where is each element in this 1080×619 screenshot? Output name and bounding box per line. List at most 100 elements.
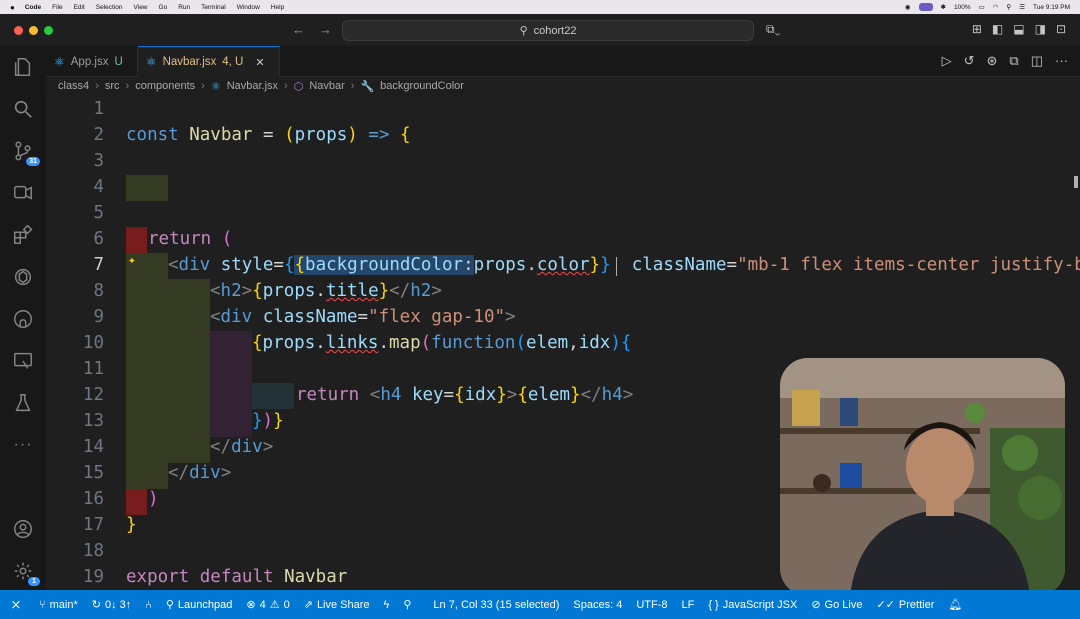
control-center-icon[interactable]: ☰	[1019, 3, 1025, 11]
manage-settings-icon[interactable]: 1	[10, 558, 40, 586]
window-controls	[14, 25, 53, 35]
presenter-video-image	[780, 358, 1065, 596]
menu-run[interactable]: Run	[178, 4, 190, 11]
timeline-icon[interactable]: ↺	[964, 53, 975, 69]
launchpad-button[interactable]: ⚲ Launchpad	[159, 598, 240, 612]
remote-indicator-icon[interactable]: ⨯	[0, 590, 32, 619]
more-views-icon[interactable]: ···	[10, 432, 36, 458]
apple-icon[interactable]: ●	[10, 3, 15, 12]
run-debug-icon[interactable]	[10, 180, 36, 206]
code-line: {props.links.map(function(elem,idx){	[252, 333, 632, 353]
menu-help[interactable]: Help	[271, 4, 284, 11]
compare-icon[interactable]: ⧉	[1009, 53, 1018, 69]
menu-app[interactable]: Code	[25, 4, 41, 11]
line-number: 13	[82, 411, 104, 431]
tab-app-jsx[interactable]: ⚛ App.jsx U	[46, 46, 138, 77]
toggle-secondary-sidebar-icon[interactable]: ◨	[1035, 22, 1046, 36]
breadcrumb-item[interactable]: components	[135, 80, 195, 92]
menu-terminal[interactable]: Terminal	[201, 4, 226, 11]
extensions-layout-icon[interactable]: ⊞	[972, 22, 982, 36]
menu-edit[interactable]: Edit	[74, 4, 85, 11]
code-line: }	[126, 515, 137, 535]
remote-explorer-icon[interactable]	[10, 348, 36, 374]
chevron-right-icon: ›	[95, 80, 99, 92]
git-branch-icon: ⑂	[39, 598, 46, 611]
prettier-status[interactable]: ✓✓ Prettier	[869, 598, 941, 612]
line-number: 11	[82, 359, 104, 379]
copilot-menu-icon[interactable]: ⧉⌄	[766, 22, 780, 37]
menu-file[interactable]: File	[52, 4, 62, 11]
problems-status[interactable]: ⊗ 4 ⚠ 0	[239, 598, 296, 612]
editor-actions: ▷ ↺ ⊛ ⧉ ◫ ···	[942, 53, 1068, 69]
clock[interactable]: Tue 9:19 PM	[1033, 4, 1070, 11]
git-branch[interactable]: ⑂ main*	[32, 599, 85, 611]
chatgpt-action-icon[interactable]: ⊛	[987, 53, 998, 69]
chatgpt-icon[interactable]	[10, 264, 36, 290]
testing-icon[interactable]	[10, 390, 36, 416]
maximize-window-button[interactable]	[44, 25, 53, 35]
language-mode[interactable]: { } JavaScript JSX	[701, 599, 804, 611]
explorer-icon[interactable]	[10, 54, 36, 80]
branch-name: main*	[49, 598, 78, 611]
notifications-button[interactable]: 🔔︎	[941, 598, 969, 611]
split-editor-icon[interactable]: ◫	[1031, 53, 1043, 69]
menu-window[interactable]: Window	[237, 4, 260, 11]
menu-go[interactable]: Go	[159, 4, 168, 11]
breadcrumb-item[interactable]: class4	[58, 80, 89, 92]
flash-button[interactable]: ϟ	[377, 599, 397, 611]
editor-scrollbar[interactable]	[1070, 96, 1080, 590]
customize-layout-icon[interactable]: ⊡	[1056, 22, 1066, 36]
toggle-panel-icon[interactable]: ⬓	[1013, 22, 1024, 36]
go-forward-icon[interactable]: →	[319, 22, 332, 37]
wifi-icon[interactable]: ◠	[993, 3, 999, 11]
go-back-icon[interactable]: ←	[292, 22, 305, 37]
close-tab-icon[interactable]: ✕	[255, 56, 264, 69]
battery-icon[interactable]: ▭	[979, 3, 985, 11]
search-view-icon[interactable]	[10, 96, 36, 122]
cursor-position[interactable]: Ln 7, Col 33 (15 selected)	[426, 599, 566, 611]
go-live-button[interactable]: ⊘ Go Live	[804, 598, 869, 612]
recording-icon[interactable]: ◉	[905, 3, 911, 11]
breadcrumb-item[interactable]: Navbar.jsx	[227, 80, 278, 92]
indentation[interactable]: Spaces: 4	[566, 599, 629, 611]
braces-icon: { }	[708, 598, 719, 611]
zoom-button[interactable]: ⚲	[396, 598, 418, 611]
source-control-icon[interactable]: 31	[10, 138, 40, 166]
magnifier-icon: ⚲	[403, 599, 412, 611]
menu-selection[interactable]: Selection	[96, 4, 123, 11]
more-actions-icon[interactable]: ···	[1055, 53, 1068, 69]
code-line: )	[148, 489, 159, 509]
breadcrumb-item[interactable]: backgroundColor	[380, 80, 464, 92]
breadcrumb-item[interactable]: Navbar	[309, 80, 344, 92]
live-share-button[interactable]: ⇗ Live Share	[297, 598, 377, 612]
accounts-icon[interactable]	[10, 516, 36, 542]
indent-guide	[210, 331, 252, 437]
search-menubar-icon[interactable]: ⚲	[1006, 3, 1011, 11]
bluetooth-icon[interactable]: ✱	[941, 3, 946, 11]
extensions-icon[interactable]	[10, 222, 36, 248]
run-code-icon[interactable]: ▷	[942, 53, 952, 69]
end-of-line[interactable]: LF	[674, 599, 701, 611]
lightbulb-quickfix-icon[interactable]: ✦	[128, 253, 136, 268]
tab-status: U	[114, 55, 123, 68]
encoding[interactable]: UTF-8	[629, 599, 674, 611]
tab-navbar-jsx[interactable]: ⚛ Navbar.jsx 4, U ✕	[137, 46, 280, 77]
command-center-search[interactable]: ⚲ cohort22	[342, 20, 754, 41]
breadcrumb-item[interactable]: src	[105, 80, 120, 92]
line-number: 16	[82, 489, 104, 509]
line-number: 5	[93, 203, 104, 223]
line-number: 4	[93, 177, 104, 197]
close-window-button[interactable]	[14, 25, 23, 35]
sync-icon: ↻	[91, 599, 101, 611]
toggle-primary-sidebar-icon[interactable]: ◧	[992, 22, 1003, 36]
sync-status[interactable]: ↻ 0↓ 3↑	[85, 598, 139, 612]
pull-request-status[interactable]: ⑃	[138, 599, 159, 611]
status-pill-icon[interactable]	[918, 3, 933, 11]
status-bar: ⨯ ⑂ main* ↻ 0↓ 3↑ ⑃ ⚲ Launchpad ⊗ 4 ⚠ 0 …	[0, 590, 1080, 619]
text-cursor	[616, 257, 617, 276]
live-share-label: Live Share	[316, 598, 370, 611]
github-icon[interactable]	[10, 306, 36, 332]
minimize-window-button[interactable]	[29, 25, 38, 35]
menu-view[interactable]: View	[134, 4, 148, 11]
scrollbar-thumb[interactable]	[1074, 176, 1078, 188]
